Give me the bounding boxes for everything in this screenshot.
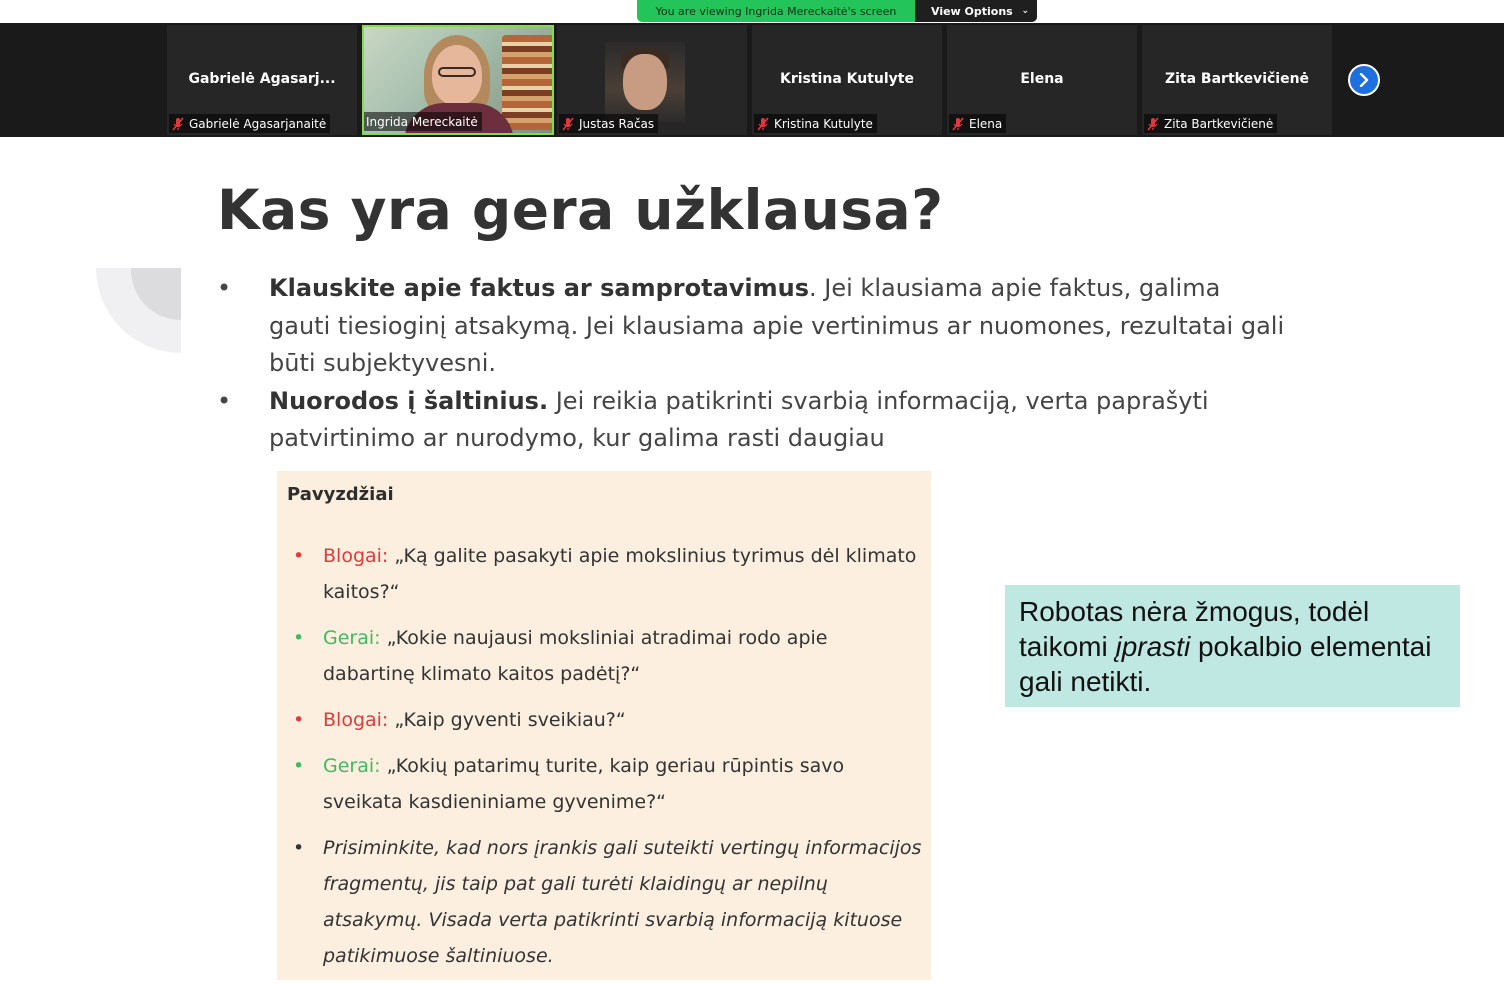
participant-tile[interactable]: Gabrielė Agasarj... Gabrielė Agasarjanai… bbox=[167, 25, 357, 135]
participant-avatar bbox=[605, 42, 685, 122]
participant-tile[interactable]: Zita Bartkevičienė Zita Bartkevičienė bbox=[1142, 25, 1332, 135]
participant-tile[interactable]: Kristina Kutulyte Kristina Kutulyte bbox=[752, 25, 942, 135]
participant-name-label: Justas Račas bbox=[559, 114, 659, 133]
slide-bullet-list: • Klauskite apie faktus ar samprotavimus… bbox=[217, 270, 1287, 458]
example-text: „Kokie naujausi moksliniai atradimai rod… bbox=[323, 627, 828, 685]
examples-box: Pavyzdžiai • Blogai: „Ką galite pasakyti… bbox=[277, 471, 931, 980]
participant-name-label: Zita Bartkevičienė bbox=[1144, 114, 1278, 133]
participant-strip: Gabrielė Agasarj... Gabrielė Agasarjanai… bbox=[0, 23, 1504, 137]
examples-heading: Pavyzdžiai bbox=[287, 484, 394, 505]
chevron-down-icon: ⌄ bbox=[1021, 6, 1029, 16]
bullet-marker: • bbox=[293, 837, 305, 859]
avatar-face bbox=[623, 54, 667, 110]
bullet-bold-text: Nuorodos į šaltinius. bbox=[269, 386, 549, 415]
participant-tile-active-speaker[interactable]: Ingrida Mereckaitė bbox=[362, 25, 554, 135]
mic-off-icon bbox=[1147, 116, 1159, 131]
participant-name-label: Ingrida Mereckaitė bbox=[364, 112, 482, 131]
bullet-item: • Nuorodos į šaltinius. Jei reikia patik… bbox=[217, 383, 1287, 458]
callout-text-italic: įprasti bbox=[1115, 631, 1191, 662]
participant-display-name: Elena bbox=[1020, 71, 1064, 87]
example-note: • Prisiminkite, kad nors įrankis gali su… bbox=[293, 830, 923, 974]
participant-display-name: Kristina Kutulyte bbox=[779, 71, 914, 87]
example-item-bad: • Blogai: „Kaip gyventi sveikiau?“ bbox=[293, 702, 923, 738]
viewing-screen-text: You are viewing Ingrida Mereckaitė's scr… bbox=[637, 0, 915, 22]
callout-box: Robotas nėra žmogus, todėl taikomi įpras… bbox=[1005, 585, 1460, 707]
participant-tile[interactable]: Justas Račas bbox=[557, 25, 747, 135]
mic-off-icon bbox=[172, 116, 184, 131]
slide-title: Kas yra gera užklausa? bbox=[217, 178, 944, 242]
screen-share-banner: You are viewing Ingrida Mereckaitė's scr… bbox=[637, 0, 1037, 22]
participant-label-text: Gabrielė Agasarjanaitė bbox=[189, 116, 327, 131]
example-text: „Kaip gyventi sveikiau?“ bbox=[388, 709, 626, 731]
example-item-bad: • Blogai: „Ką galite pasakyti apie moksl… bbox=[293, 538, 923, 610]
bullet-bold-text: Klauskite apie faktus ar samprotavimus bbox=[269, 274, 810, 302]
example-note-text: Prisiminkite, kad nors įrankis gali sute… bbox=[323, 837, 922, 967]
participant-label-text: Elena bbox=[969, 116, 1003, 131]
example-tag: Blogai: bbox=[323, 709, 389, 731]
chevron-right-icon bbox=[1359, 73, 1369, 87]
participant-name-label: Elena bbox=[949, 114, 1007, 133]
example-tag: Blogai: bbox=[323, 545, 389, 567]
example-text: „Kokių patarimų turite, kaip geriau rūpi… bbox=[323, 755, 845, 813]
view-options-label: View Options bbox=[931, 4, 1013, 18]
participant-name-label: Gabrielė Agasarjanaitė bbox=[169, 114, 331, 133]
view-options-button[interactable]: View Options ⌄ bbox=[915, 0, 1037, 22]
participant-display-name: Gabrielė Agasarj... bbox=[188, 71, 336, 87]
participant-name-label: Kristina Kutulyte bbox=[754, 114, 877, 133]
examples-list: • Blogai: „Ką galite pasakyti apie moksl… bbox=[293, 538, 923, 984]
participant-label-text: Ingrida Mereckaitė bbox=[366, 114, 478, 129]
participant-display-name: Zita Bartkevičienė bbox=[1164, 71, 1310, 87]
example-item-good: • Gerai: „Kokių patarimų turite, kaip ge… bbox=[293, 748, 923, 820]
participant-label-text: Justas Račas bbox=[579, 116, 655, 131]
next-participants-button[interactable] bbox=[1348, 64, 1380, 96]
bullet-marker: • bbox=[293, 627, 305, 649]
bullet-item: • Klauskite apie faktus ar samprotavimus… bbox=[217, 270, 1287, 383]
glasses-shape bbox=[438, 67, 476, 77]
bookshelf-image bbox=[502, 35, 552, 130]
mic-off-icon bbox=[757, 116, 769, 131]
bullet-marker: • bbox=[293, 755, 305, 777]
decorative-quarter-circle bbox=[96, 268, 181, 353]
example-tag: Gerai: bbox=[323, 627, 381, 649]
bullet-marker: • bbox=[217, 386, 232, 415]
example-item-good: • Gerai: „Kokie naujausi moksliniai atra… bbox=[293, 620, 923, 692]
participant-tile[interactable]: Elena Elena bbox=[947, 25, 1137, 135]
bullet-marker: • bbox=[293, 709, 305, 731]
example-tag: Gerai: bbox=[323, 755, 381, 777]
participant-label-text: Kristina Kutulyte bbox=[774, 116, 873, 131]
example-text: „Ką galite pasakyti apie mokslinius tyri… bbox=[323, 545, 917, 603]
mic-off-icon bbox=[562, 116, 574, 131]
mic-off-icon bbox=[952, 116, 964, 131]
participant-label-text: Zita Bartkevičienė bbox=[1164, 116, 1274, 131]
bullet-marker: • bbox=[293, 545, 305, 567]
bullet-marker: • bbox=[217, 274, 232, 302]
